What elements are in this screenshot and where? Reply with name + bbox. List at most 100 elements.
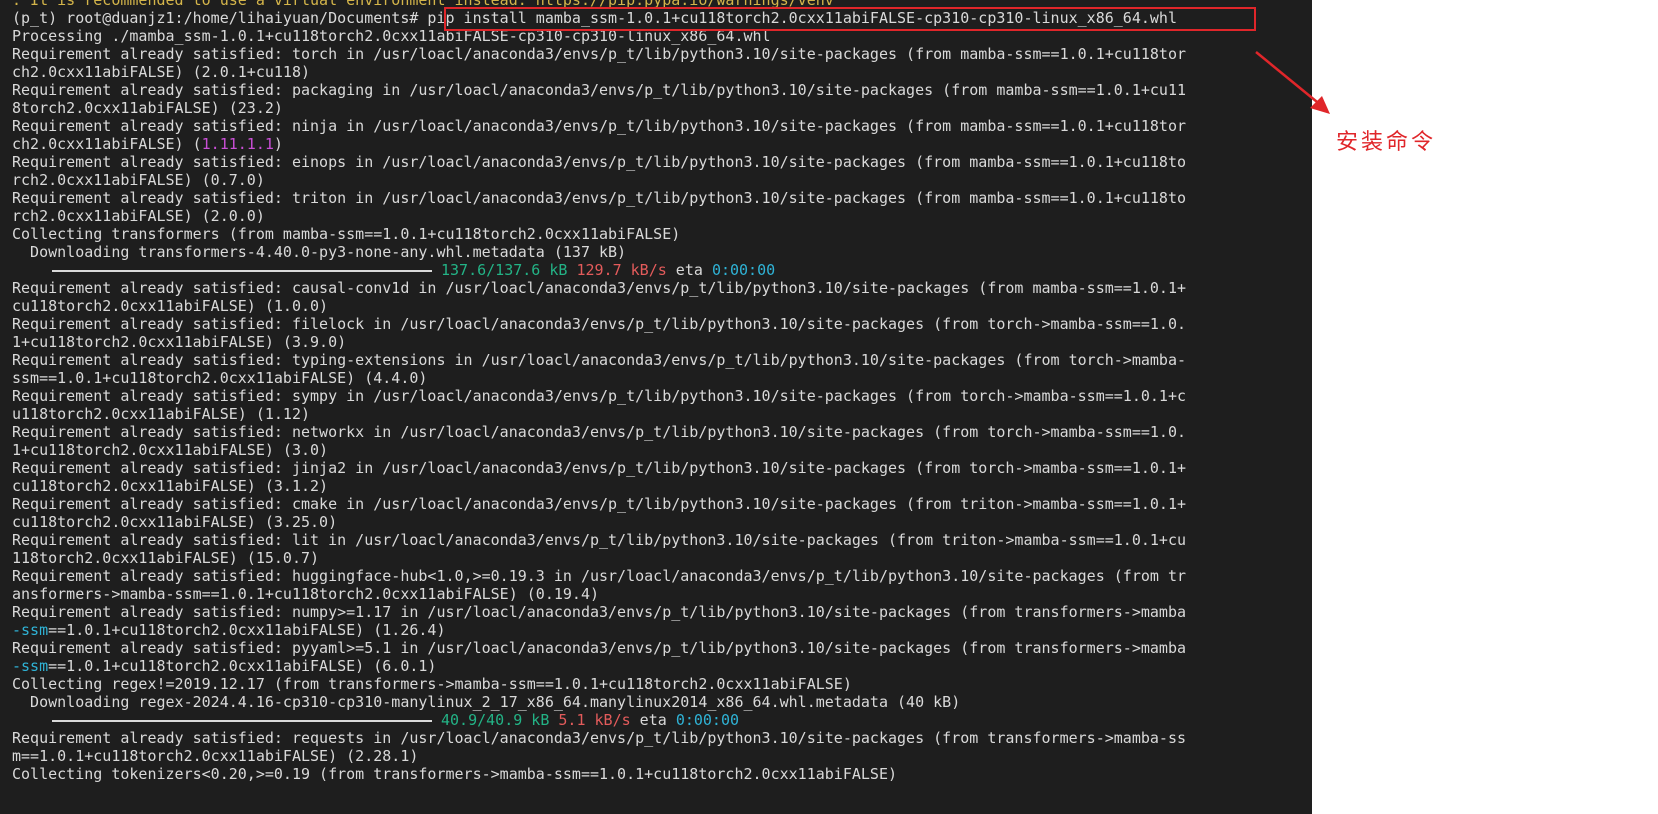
terminal-line: -ssm==1.0.1+cu118torch2.0cxx11abiFALSE) …	[12, 621, 1186, 639]
line-segment: )	[273, 135, 283, 153]
terminal-line: 1+cu118torch2.0cxx11abiFALSE) (3.9.0)	[12, 333, 1186, 351]
line-segment: . It is recommended to use a virtual env…	[12, 0, 834, 9]
line-segment: Requirement already satisfied: triton in…	[12, 189, 1186, 207]
terminal-line: Requirement already satisfied: cmake in …	[12, 495, 1186, 513]
terminal-line: u118torch2.0cxx11abiFALSE) (1.12)	[12, 405, 1186, 423]
line-segment: ==1.0.1+cu118torch2.0cxx11abiFALSE) (1.2…	[48, 621, 446, 639]
terminal-line: Requirement already satisfied: pyyaml>=5…	[12, 639, 1186, 657]
line-segment: 1+cu118torch2.0cxx11abiFALSE) (3.0)	[12, 441, 329, 459]
terminal-line: Downloading transformers-4.40.0-py3-none…	[12, 243, 1186, 261]
terminal-line: -ssm==1.0.1+cu118torch2.0cxx11abiFALSE) …	[12, 657, 1186, 675]
line-segment: ch2.0cxx11abiFALSE) (	[12, 135, 202, 153]
annotation-arrow-icon	[1255, 51, 1330, 114]
annotation-label: 安装命令	[1336, 130, 1437, 155]
terminal-line: Requirement already satisfied: torch in …	[12, 45, 1186, 63]
line-segment: rch2.0cxx11abiFALSE) (0.7.0)	[12, 171, 265, 189]
terminal-line: Requirement already satisfied: networkx …	[12, 423, 1186, 441]
line-segment: 0:00:00	[711, 261, 776, 279]
line-segment: 129.7 kB/s	[576, 261, 667, 279]
line-segment: (p_t) root@duanjz1:/home/lihaiyuan/Docum…	[12, 9, 428, 27]
terminal-line: Requirement already satisfied: jinja2 in…	[12, 459, 1186, 477]
line-segment: 1.11.1.1	[201, 135, 274, 153]
line-segment: Requirement already satisfied: requests …	[12, 729, 1186, 747]
line-segment: Requirement already satisfied: torch in …	[12, 45, 1186, 63]
line-segment: rch2.0cxx11abiFALSE) (2.0.0)	[12, 207, 265, 225]
line-segment: Requirement already satisfied: numpy>=1.…	[12, 603, 1186, 621]
line-segment: pip install mamba_ssm-1.0.1+cu118torch2.…	[427, 9, 1177, 27]
line-segment: Requirement already satisfied: networkx …	[12, 423, 1186, 441]
line-segment: ansformers->mamba-ssm==1.0.1+cu118torch2…	[12, 585, 599, 603]
terminal-line: rch2.0cxx11abiFALSE) (0.7.0)	[12, 171, 1186, 189]
terminal-line: Requirement already satisfied: numpy>=1.…	[12, 603, 1186, 621]
terminal-line: Requirement already satisfied: causal-co…	[12, 279, 1186, 297]
line-segment: Requirement already satisfied: lit in /u…	[12, 531, 1186, 549]
line-segment: Requirement already satisfied: sympy in …	[12, 387, 1186, 405]
terminal-line: Collecting regex!=2019.12.17 (from trans…	[12, 675, 1186, 693]
line-segment: Requirement already satisfied: cmake in …	[12, 495, 1186, 513]
line-segment: Requirement already satisfied: pyyaml>=5…	[12, 639, 1186, 657]
line-segment: Collecting regex!=2019.12.17 (from trans…	[12, 675, 852, 693]
line-segment: Requirement already satisfied: einops in…	[12, 153, 1186, 171]
line-segment: eta	[666, 261, 712, 279]
terminal-line: (p_t) root@duanjz1:/home/lihaiyuan/Docum…	[12, 9, 1186, 27]
line-segment: u118torch2.0cxx11abiFALSE) (1.12)	[12, 405, 311, 423]
terminal-line: ch2.0cxx11abiFALSE) (2.0.1+cu118)	[12, 63, 1186, 81]
terminal-line: Requirement already satisfied: ninja in …	[12, 117, 1186, 135]
line-segment: 137.6/137.6 kB	[441, 261, 568, 279]
line-segment: Requirement already satisfied: jinja2 in…	[12, 459, 1186, 477]
terminal-line: rch2.0cxx11abiFALSE) (2.0.0)	[12, 207, 1186, 225]
terminal-line: Requirement already satisfied: triton in…	[12, 189, 1186, 207]
terminal-output: . It is recommended to use a virtual env…	[12, 0, 1186, 783]
terminal-line: cu118torch2.0cxx11abiFALSE) (3.1.2)	[12, 477, 1186, 495]
terminal-line: 1+cu118torch2.0cxx11abiFALSE) (3.0)	[12, 441, 1186, 459]
line-segment: Downloading regex-2024.4.16-cp310-cp310-…	[12, 693, 961, 711]
terminal-line: ansformers->mamba-ssm==1.0.1+cu118torch2…	[12, 585, 1186, 603]
line-segment: cu118torch2.0cxx11abiFALSE) (3.1.2)	[12, 477, 329, 495]
line-segment: Collecting tokenizers<0.20,>=0.19 (from …	[12, 765, 898, 783]
line-segment: Processing ./mamba_ssm-1.0.1+cu118torch2…	[12, 27, 771, 45]
line-segment: eta	[630, 711, 676, 729]
line-segment: cu118torch2.0cxx11abiFALSE) (3.25.0)	[12, 513, 338, 531]
terminal-line: . It is recommended to use a virtual env…	[12, 0, 1186, 9]
terminal-line: Collecting transformers (from mamba-ssm=…	[12, 225, 1186, 243]
terminal-line: Requirement already satisfied: filelock …	[12, 315, 1186, 333]
terminal-line: Processing ./mamba_ssm-1.0.1+cu118torch2…	[12, 27, 1186, 45]
line-segment: ssm==1.0.1+cu118torch2.0cxx11abiFALSE) (…	[12, 369, 428, 387]
terminal-line: 8torch2.0cxx11abiFALSE) (23.2)	[12, 99, 1186, 117]
line-segment: 40.9/40.9 kB	[441, 711, 550, 729]
line-segment: Downloading transformers-4.40.0-py3-none…	[12, 243, 627, 261]
line-segment: -ssm	[12, 621, 49, 639]
progress-line: 137.6/137.6 kB 129.7 kB/s eta 0:00:00	[12, 261, 1186, 279]
terminal-line: Requirement already satisfied: packaging…	[12, 81, 1186, 99]
line-segment: Requirement already satisfied: typing-ex…	[12, 351, 1186, 369]
line-segment: ch2.0cxx11abiFALSE) (2.0.1+cu118)	[12, 63, 311, 81]
line-segment: m==1.0.1+cu118torch2.0cxx11abiFALSE) (2.…	[12, 747, 419, 765]
terminal-window[interactable]: . It is recommended to use a virtual env…	[0, 0, 1312, 814]
line-segment: 1+cu118torch2.0cxx11abiFALSE) (3.9.0)	[12, 333, 347, 351]
progress-bar	[52, 719, 432, 722]
line-segment: ==1.0.1+cu118torch2.0cxx11abiFALSE) (6.0…	[48, 657, 437, 675]
terminal-line: Requirement already satisfied: requests …	[12, 729, 1186, 747]
terminal-line: Requirement already satisfied: sympy in …	[12, 387, 1186, 405]
line-segment: 0:00:00	[675, 711, 740, 729]
terminal-line: Requirement already satisfied: lit in /u…	[12, 531, 1186, 549]
terminal-line: 118torch2.0cxx11abiFALSE) (15.0.7)	[12, 549, 1186, 567]
progress-line: 40.9/40.9 kB 5.1 kB/s eta 0:00:00	[12, 711, 1186, 729]
terminal-line: ch2.0cxx11abiFALSE) (1.11.1.1)	[12, 135, 1186, 153]
terminal-line: Requirement already satisfied: typing-ex…	[12, 351, 1186, 369]
terminal-line: cu118torch2.0cxx11abiFALSE) (3.25.0)	[12, 513, 1186, 531]
terminal-line: Downloading regex-2024.4.16-cp310-cp310-…	[12, 693, 1186, 711]
line-segment: -ssm	[12, 657, 49, 675]
line-segment: 8torch2.0cxx11abiFALSE) (23.2)	[12, 99, 283, 117]
line-segment: cu118torch2.0cxx11abiFALSE) (1.0.0)	[12, 297, 329, 315]
line-segment: Requirement already satisfied: ninja in …	[12, 117, 1186, 135]
line-segment: Collecting transformers (from mamba-ssm=…	[12, 225, 681, 243]
line-segment: Requirement already satisfied: causal-co…	[12, 279, 1186, 297]
terminal-line: ssm==1.0.1+cu118torch2.0cxx11abiFALSE) (…	[12, 369, 1186, 387]
terminal-line: Requirement already satisfied: huggingfa…	[12, 567, 1186, 585]
line-segment: Requirement already satisfied: filelock …	[12, 315, 1186, 333]
line-segment: 5.1 kB/s	[558, 711, 631, 729]
terminal-line: Collecting tokenizers<0.20,>=0.19 (from …	[12, 765, 1186, 783]
line-segment: Requirement already satisfied: huggingfa…	[12, 567, 1186, 585]
terminal-line: m==1.0.1+cu118torch2.0cxx11abiFALSE) (2.…	[12, 747, 1186, 765]
